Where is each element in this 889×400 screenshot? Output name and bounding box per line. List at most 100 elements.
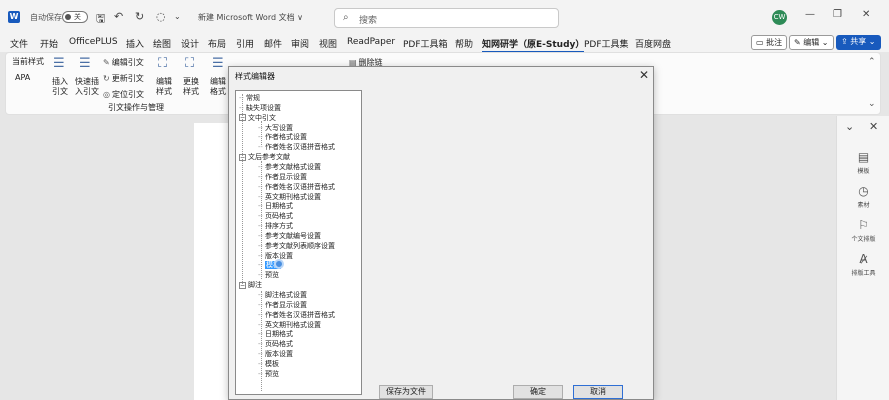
pane-item-material[interactable]: ◷ 素材	[837, 184, 889, 209]
tab-pdf-toolbox[interactable]: PDF工具箱	[403, 37, 448, 50]
title-bar: W 自动保存 关 🖫 ↶ ↻ ◌ ⌄ 新建 Microsoft Word 文档 …	[0, 0, 889, 34]
close-window-icon[interactable]: ✕	[862, 9, 870, 20]
undo-dropdown-icon[interactable]: ◌	[156, 10, 166, 23]
insert-citation-label-2[interactable]: 引文	[52, 87, 68, 97]
tree-node[interactable]: − 文中引文	[239, 114, 276, 123]
share-button[interactable]: ⇪ 共享 ⌄	[836, 35, 881, 50]
redo-icon[interactable]: ↻	[135, 10, 144, 23]
insert-citation-label-1[interactable]: 插入	[52, 77, 68, 87]
dialog-close-icon[interactable]: ✕	[639, 68, 649, 82]
tab-insert[interactable]: 插入	[126, 37, 144, 50]
pane-item-typeset-tools[interactable]: A̷ 排版工具	[837, 252, 889, 277]
tab-officeplus[interactable]: OfficePLUS	[69, 37, 118, 47]
tree-node[interactable]: -- 作者姓名汉语拼音格式	[258, 311, 335, 320]
edit-style-icon: ⛶	[158, 56, 168, 71]
tree-node[interactable]: -- 参考文献格式设置	[258, 163, 321, 172]
tree-node[interactable]: -- 作者格式设置	[258, 133, 307, 142]
tab-view[interactable]: 视图	[319, 37, 337, 50]
update-citation-button[interactable]: ↻ 更新引文	[103, 73, 144, 84]
ribbon-scroll-up-icon[interactable]: ⌃	[868, 57, 876, 67]
change-style-label-1[interactable]: 更换	[183, 77, 199, 87]
edit-style-label-1[interactable]: 编辑	[156, 77, 172, 87]
save-as-file-button[interactable]: 保存为文件	[379, 385, 433, 399]
edit-citation-icon: ✎	[103, 58, 110, 67]
current-style-value[interactable]: APA	[15, 73, 30, 83]
search-box[interactable]: ⌕ 搜索	[334, 8, 559, 28]
tree-node-label: 作者显示设置	[264, 300, 307, 309]
avatar[interactable]: CW	[772, 10, 787, 25]
tab-design[interactable]: 设计	[181, 37, 199, 50]
tab-cnki-estudy[interactable]: 知网研学（原E-Study）	[482, 37, 585, 53]
minimize-icon[interactable]: —	[805, 9, 815, 20]
autosave-toggle[interactable]: 关	[62, 11, 88, 23]
tree-node-label: 作者姓名汉语拼音格式	[264, 310, 335, 319]
pane-close-icon[interactable]: ✕	[869, 120, 878, 133]
tree-node[interactable]: -- 缺失项设置	[239, 104, 281, 113]
menu-bar: 文件 开始 OfficePLUS 插入 绘图 设计 布局 引用 邮件 审阅 视图…	[0, 34, 889, 53]
ribbon-collapse-icon[interactable]: ⌄	[868, 99, 876, 109]
customize-icon[interactable]: ⌄	[174, 12, 181, 21]
tab-draw[interactable]: 绘图	[153, 37, 171, 50]
tree-node[interactable]: -- 参考文献列表顺序设置	[258, 242, 335, 251]
tree-node[interactable]: − 文后参考文献	[239, 153, 290, 162]
edit-format-label-2[interactable]: 格式	[210, 87, 226, 97]
tree-node[interactable]: -- 大写设置	[258, 124, 293, 133]
locate-citation-label: 定位引文	[111, 90, 144, 99]
style-editor-dialog: 样式编辑器 ✕ -- 常规 -- 缺失项设置 − 文中引文 -- 大写设置 -- 作者格式…	[228, 66, 654, 400]
edit-mode-button[interactable]: ✎ 编辑 ⌄	[789, 35, 834, 50]
tab-pdf-toolset[interactable]: PDF工具集	[584, 37, 629, 50]
change-style-label-2[interactable]: 样式	[183, 87, 199, 97]
search-placeholder: 搜索	[359, 16, 378, 26]
edit-style-label-2[interactable]: 样式	[156, 87, 172, 97]
quick-insert-label-2[interactable]: 入引文	[75, 87, 99, 97]
restore-icon[interactable]: ❐	[833, 9, 842, 20]
tree-node[interactable]: -- 日期格式	[258, 202, 293, 211]
tree-node[interactable]: -- 页码格式	[258, 340, 293, 349]
tab-baidu-netdisk[interactable]: 百度网盘	[635, 37, 671, 50]
tree-node[interactable]: -- 脚注格式设置	[258, 291, 307, 300]
tree-node-label: 参考文献编号设置	[264, 231, 321, 240]
save-icon[interactable]: 🖫	[96, 10, 105, 29]
toggle-state: 关	[74, 13, 81, 21]
edit-format-label-1[interactable]: 编辑	[210, 77, 226, 87]
tree-node[interactable]: -- 英文期刊格式设置	[258, 321, 321, 330]
edit-citation-button[interactable]: ✎ 编辑引文	[103, 57, 144, 68]
pane-item-typeset[interactable]: ⚐ 个文排版	[837, 218, 889, 243]
tree-node[interactable]: -- 作者显示设置	[258, 173, 307, 182]
tab-readpaper[interactable]: ReadPaper	[347, 37, 395, 47]
tree-node[interactable]: -- 页码格式	[258, 212, 293, 221]
locate-citation-button[interactable]: ◎ 定位引文	[103, 89, 144, 100]
tab-references[interactable]: 引用	[236, 37, 254, 50]
update-citation-label: 更新引文	[111, 74, 144, 83]
tree-node[interactable]: -- 作者姓名汉语拼音格式	[258, 143, 335, 152]
ok-button[interactable]: 确定	[513, 385, 563, 399]
edit-mode-label: 编辑	[803, 38, 820, 47]
tab-layout[interactable]: 布局	[208, 37, 226, 50]
tree-node[interactable]: -- 参考文献编号设置	[258, 232, 321, 241]
tree-node[interactable]: -- 版本设置	[258, 350, 293, 359]
tab-help[interactable]: 帮助	[455, 37, 473, 50]
tree-node-label: 文后参考文献	[248, 153, 290, 162]
tree-node[interactable]: -- 日期格式	[258, 330, 293, 339]
undo-icon[interactable]: ↶	[114, 10, 123, 23]
tree-node[interactable]: -- 英文期刊格式设置	[258, 193, 321, 202]
tree-node[interactable]: -- 排序方式	[258, 222, 293, 231]
tab-home[interactable]: 开始	[40, 37, 58, 50]
document-title[interactable]: 新建 Microsoft Word 文档 ∨	[198, 12, 303, 23]
shirt-icon: ⚐	[858, 218, 869, 232]
cancel-button[interactable]: 取消	[573, 385, 623, 399]
edit-format-icon: ☰	[212, 56, 224, 71]
tab-review[interactable]: 审阅	[291, 37, 309, 50]
citation-group-label: 引文操作与管理	[108, 103, 164, 112]
tab-mailings[interactable]: 邮件	[264, 37, 282, 50]
pane-collapse-icon[interactable]: ⌄	[845, 120, 854, 133]
quick-insert-label-1[interactable]: 快速插	[75, 77, 99, 87]
pane-item-typeset-tools-label: 排版工具	[851, 270, 876, 277]
pane-item-template[interactable]: ▤ 模板	[837, 150, 889, 175]
tree-node-label: 参考文献格式设置	[264, 162, 321, 171]
tab-file[interactable]: 文件	[10, 37, 28, 50]
tree-node[interactable]: -- 作者姓名汉语拼音格式	[258, 183, 335, 192]
style-tree[interactable]: -- 常规 -- 缺失项设置 − 文中引文 -- 大写设置 -- 作者格式设置 -- 作者姓…	[235, 90, 362, 395]
comment-button[interactable]: ▭ 批注	[751, 35, 788, 50]
tree-node[interactable]: -- 作者显示设置	[258, 301, 307, 310]
